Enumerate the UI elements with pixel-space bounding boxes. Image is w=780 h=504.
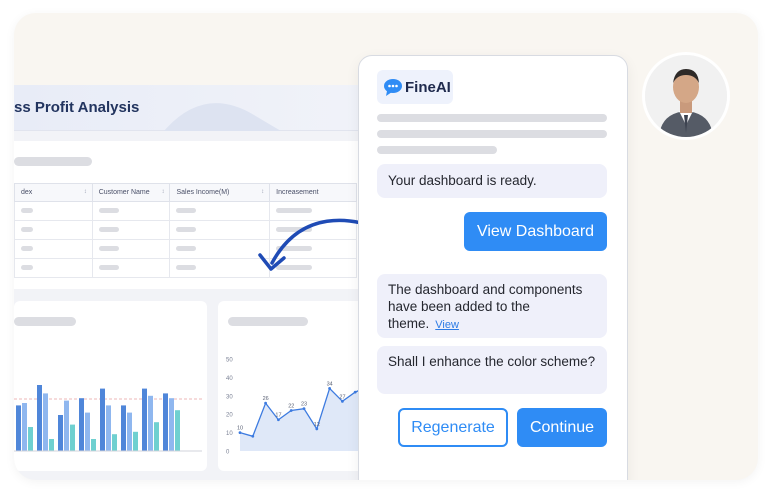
data-point	[302, 407, 306, 411]
bar	[64, 400, 69, 451]
bar	[154, 422, 159, 451]
bar	[100, 388, 105, 451]
bar	[22, 403, 27, 451]
view-dashboard-button[interactable]: View Dashboard	[464, 212, 607, 251]
bar	[16, 405, 21, 451]
avatar	[642, 52, 730, 140]
column-header-index[interactable]: dex ↕	[14, 183, 93, 202]
panel-title-placeholder	[14, 157, 92, 166]
data-point	[353, 390, 357, 394]
data-label: 27	[339, 394, 345, 400]
view-link[interactable]: View	[435, 319, 459, 331]
data-label: 10	[237, 426, 243, 432]
bar	[127, 412, 132, 451]
y-tick-label: 40	[226, 376, 233, 382]
bar	[169, 398, 174, 451]
line-chart-title-placeholder	[228, 317, 308, 326]
column-header-customer-name[interactable]: Customer Name ↕	[91, 183, 171, 202]
data-point	[238, 431, 242, 434]
bar-chart-card	[14, 301, 207, 471]
data-label: 22	[288, 404, 294, 410]
bar	[121, 405, 126, 451]
data-point	[328, 387, 331, 390]
column-header-sales-income[interactable]: Sales Income(M) ↕	[169, 183, 271, 202]
text-placeholder	[377, 114, 607, 122]
ai-chat-panel: FineAI Your dashboard is ready. View Das…	[358, 55, 628, 480]
regenerate-button[interactable]: Regenerate	[398, 408, 508, 447]
data-label: 23	[301, 402, 307, 408]
data-point	[341, 399, 344, 403]
y-tick-label: 30	[226, 394, 233, 400]
sort-icon[interactable]: ↕	[161, 189, 164, 195]
data-label: 26	[263, 396, 269, 402]
y-tick-label: 10	[226, 431, 233, 437]
sort-icon[interactable]: ↕	[261, 189, 264, 195]
data-point	[251, 434, 255, 438]
data-label: 17	[275, 413, 281, 419]
text-placeholder	[377, 130, 607, 138]
bar-chart	[14, 385, 202, 452]
bar	[28, 427, 33, 451]
bar	[112, 434, 117, 451]
y-tick-label: 50	[226, 358, 233, 364]
data-label: 12	[314, 422, 320, 428]
data-point	[264, 401, 267, 405]
person-icon	[645, 55, 727, 137]
bar	[79, 398, 84, 451]
data-point	[289, 409, 293, 412]
bar	[133, 431, 138, 451]
line-chart-card: 50 40 30 20 10 0 10 26 17 22 23 12 34 27	[218, 301, 380, 471]
bar	[148, 395, 153, 451]
message-components-added: The dashboard and components have been a…	[377, 274, 607, 338]
bar	[49, 439, 54, 451]
bar	[70, 424, 75, 451]
bar-chart-title-placeholder	[14, 317, 76, 326]
logo-text: FineAI	[405, 79, 451, 96]
bar	[43, 393, 48, 451]
continue-button[interactable]: Continue	[517, 408, 607, 447]
data-point	[277, 418, 280, 422]
column-header-increasement[interactable]: Increasement	[269, 183, 357, 202]
message-dashboard-ready: Your dashboard is ready.	[377, 164, 607, 198]
bar	[163, 393, 168, 451]
line-chart: 50 40 30 20 10 0 10 26 17 22 23 12 34 27	[226, 358, 370, 456]
bar	[37, 385, 42, 451]
data-point	[315, 427, 319, 431]
fineai-logo: FineAI	[377, 70, 453, 104]
bar	[91, 439, 96, 451]
text-placeholder	[377, 146, 497, 154]
dashboard-title: ss Profit Analysis	[14, 99, 140, 116]
bar	[142, 388, 147, 451]
dashboard-header: ss Profit Analysis	[14, 85, 380, 131]
bar	[106, 405, 111, 451]
header-decoration	[164, 103, 284, 131]
data-label: 34	[327, 381, 333, 387]
app-frame: ss Profit Analysis dex ↕ Customer Name ↕ S…	[14, 13, 758, 480]
sort-icon[interactable]: ↕	[84, 189, 87, 195]
bar	[85, 412, 90, 451]
bar	[58, 415, 63, 451]
y-tick-label: 0	[226, 450, 230, 456]
message-enhance-color: Shall I enhance the color scheme?	[377, 346, 607, 394]
y-tick-label: 20	[226, 413, 233, 419]
bar	[175, 410, 180, 451]
chat-bubble-icon	[384, 79, 402, 96]
